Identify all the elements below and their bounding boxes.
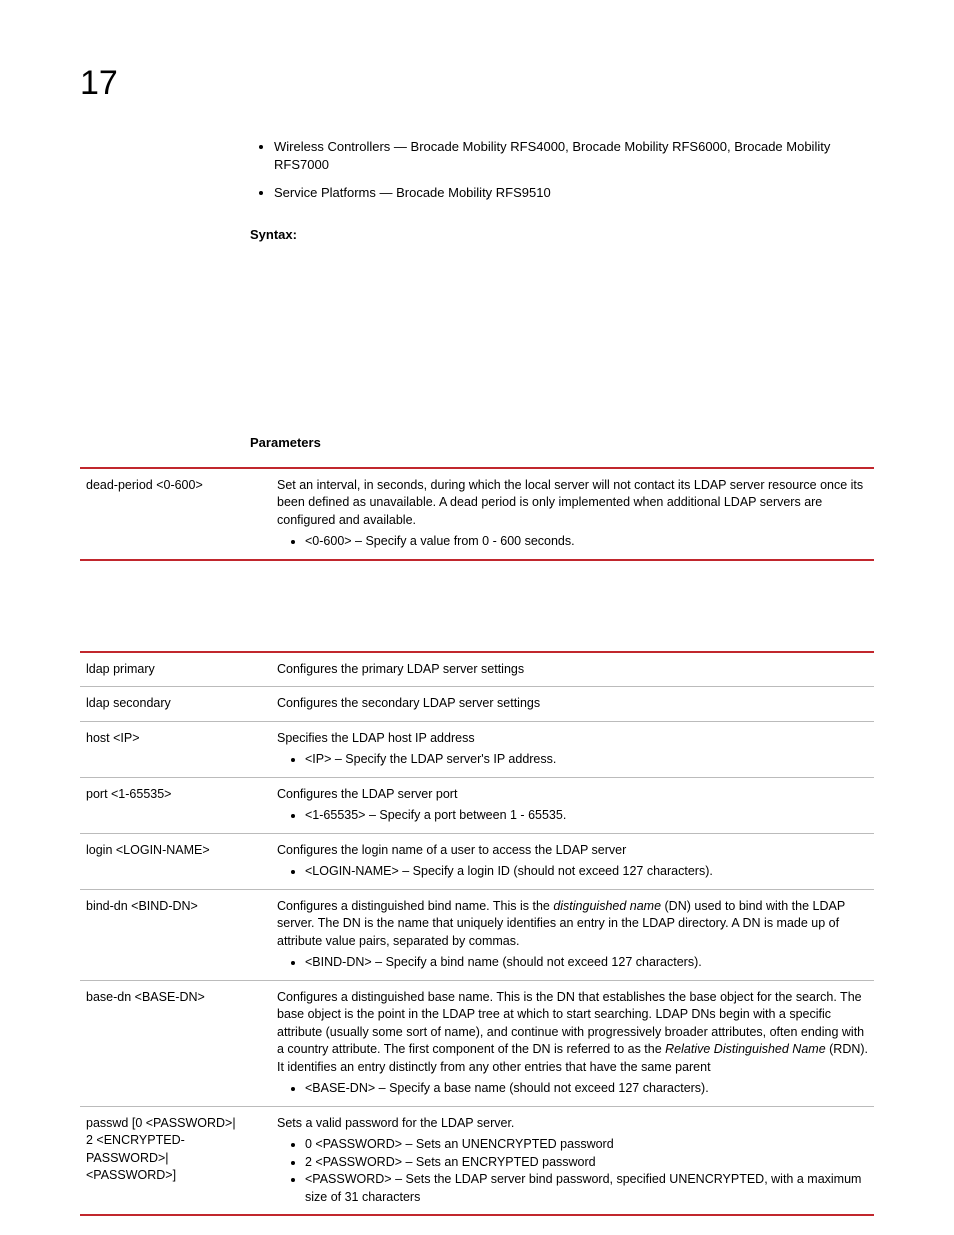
param-desc: Configures the secondary LDAP server set…: [271, 687, 874, 722]
list-item: <0-600> – Specify a value from 0 - 600 s…: [305, 533, 868, 551]
param-desc-text: Configures a distinguished bind name. Th…: [277, 899, 553, 913]
list-item: <LOGIN-NAME> – Specify a login ID (shoul…: [305, 863, 868, 881]
list-item: 2 <PASSWORD> – Sets an ENCRYPTED passwor…: [305, 1154, 868, 1172]
param-name: bind-dn <BIND-DN>: [80, 889, 271, 980]
param-desc-text: Configures the login name of a user to a…: [277, 843, 626, 857]
param-name: passwd [0 <PASSWORD>| 2 <ENCRYPTED-PASSW…: [80, 1106, 271, 1215]
content-area: Wireless Controllers — Brocade Mobility …: [250, 138, 874, 453]
param-name: ldap secondary: [80, 687, 271, 722]
supported-platforms-list: Wireless Controllers — Brocade Mobility …: [250, 138, 874, 203]
list-item: Wireless Controllers — Brocade Mobility …: [274, 138, 874, 174]
list-item: <1-65535> – Specify a port between 1 - 6…: [305, 807, 868, 825]
param-desc: Configures the login name of a user to a…: [271, 833, 874, 889]
param-name: base-dn <BASE-DN>: [80, 980, 271, 1106]
param-desc-text: Configures the LDAP server port: [277, 787, 457, 801]
param-desc: Configures the primary LDAP server setti…: [271, 652, 874, 687]
param-desc-text: Sets a valid password for the LDAP serve…: [277, 1116, 514, 1130]
param-name: host <IP>: [80, 721, 271, 777]
param-name: dead-period <0-600>: [80, 468, 271, 560]
chapter-number: 17: [80, 60, 874, 108]
param-desc: Sets a valid password for the LDAP serve…: [271, 1106, 874, 1215]
list-item: Service Platforms — Brocade Mobility RFS…: [274, 184, 874, 202]
parameters-heading: Parameters: [250, 434, 874, 452]
param-name: port <1-65535>: [80, 777, 271, 833]
param-desc: Specifies the LDAP host IP address <IP> –…: [271, 721, 874, 777]
document-page: 17 Wireless Controllers — Brocade Mobili…: [0, 0, 954, 1235]
parameters-table-1: dead-period <0-600> Set an interval, in …: [80, 467, 874, 561]
param-desc: Configures the LDAP server port <1-65535>…: [271, 777, 874, 833]
list-item: <BIND-DN> – Specify a bind name (should …: [305, 954, 868, 972]
param-desc-text: Relative Distinguished Name: [665, 1042, 826, 1056]
parameters-table-2: ldap primary Configures the primary LDAP …: [80, 651, 874, 1217]
param-desc-text: Set an interval, in seconds, during whic…: [277, 478, 863, 527]
param-desc-text: Configures the primary LDAP server setti…: [277, 662, 524, 676]
param-desc: Set an interval, in seconds, during whic…: [271, 468, 874, 560]
param-name: login <LOGIN-NAME>: [80, 833, 271, 889]
list-item: <PASSWORD> – Sets the LDAP server bind p…: [305, 1171, 868, 1206]
param-desc: Configures a distinguished bind name. Th…: [271, 889, 874, 980]
list-item: 0 <PASSWORD> – Sets an UNENCRYPTED passw…: [305, 1136, 868, 1154]
param-desc-text: Configures the secondary LDAP server set…: [277, 696, 540, 710]
syntax-heading: Syntax:: [250, 226, 874, 244]
list-item: <BASE-DN> – Specify a base name (should …: [305, 1080, 868, 1098]
param-desc-text: distinguished name: [553, 899, 661, 913]
param-name: ldap primary: [80, 652, 271, 687]
param-desc-text: Specifies the LDAP host IP address: [277, 731, 475, 745]
list-item: <IP> – Specify the LDAP server's IP addr…: [305, 751, 868, 769]
param-desc: Configures a distinguished base name. Th…: [271, 980, 874, 1106]
